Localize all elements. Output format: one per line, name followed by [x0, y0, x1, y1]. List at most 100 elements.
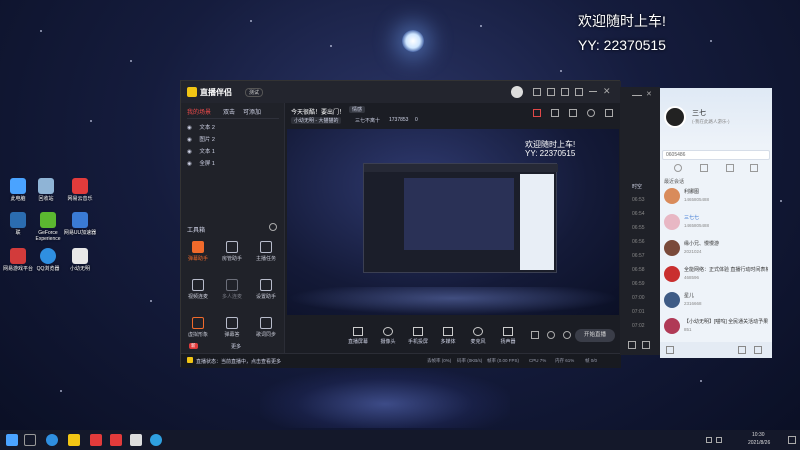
desktop-icon-qq-browser[interactable]: QQ浏览器	[30, 248, 66, 272]
close-icon[interactable]: ✕	[646, 90, 652, 98]
source-item[interactable]: ◉ 文本 2	[187, 123, 279, 131]
source-item[interactable]: ◉ 图片 2	[187, 135, 279, 143]
settings-icon[interactable]	[547, 88, 555, 96]
title-bar: 直播伴侣 测试 ✕	[181, 81, 621, 103]
groups-tab-icon[interactable]	[726, 164, 734, 172]
preview-area: 今天很酷！要出门！ 情感 小幼无明 - 大猫猫的 三七不离十 1737853 0…	[285, 103, 621, 353]
app-grid-icon[interactable]	[754, 346, 762, 354]
booster-icon	[72, 212, 88, 228]
network-icon[interactable]	[706, 437, 712, 443]
space-tab-icon[interactable]	[750, 164, 758, 172]
layout-icon[interactable]	[551, 109, 559, 117]
more-tools-link[interactable]: 更多	[231, 343, 241, 350]
tab-double[interactable]: 双击	[223, 107, 235, 116]
source-item[interactable]: ◉ 文本 1	[187, 147, 279, 155]
search-icon[interactable]	[24, 434, 36, 446]
menu-icon[interactable]	[575, 88, 583, 96]
fullscreen-icon[interactable]	[587, 109, 595, 117]
contact-item[interactable]: 缘小兄、慢慢游 2021024	[660, 236, 772, 262]
eye-icon[interactable]: ◉	[187, 137, 192, 143]
avatar[interactable]	[511, 86, 523, 98]
source-item[interactable]: ◉ 全屏 1	[187, 159, 279, 167]
status-frames: 帧 0/0	[585, 358, 598, 363]
preview-canvas[interactable]: 欢迎随时上车! YY: 22370515	[287, 129, 619, 315]
video-app-icon[interactable]	[90, 434, 102, 446]
avatar	[664, 214, 680, 230]
skin-icon[interactable]	[561, 88, 569, 96]
message-icon[interactable]	[533, 88, 541, 96]
notification-icon[interactable]	[788, 436, 796, 444]
tool-lyrics-sync[interactable]: 歌词同步	[251, 317, 281, 338]
tool-danmaku[interactable]: 弹幕助手	[183, 241, 213, 262]
action-speaker[interactable]: 扬声器	[493, 327, 523, 345]
file-icon[interactable]	[130, 434, 142, 446]
video-record-icon[interactable]	[531, 331, 539, 339]
chat-tab-icon[interactable]	[674, 164, 682, 172]
status-notice[interactable]: 直播状态：当前直播中，点击查看更多	[196, 358, 281, 365]
contact-item[interactable]: 利娜图 1465805488	[660, 184, 772, 210]
eye-icon[interactable]: ◉	[187, 125, 192, 131]
action-microphone[interactable]: 麦克风	[463, 327, 493, 345]
minimize-icon[interactable]	[589, 91, 597, 92]
streaming-app-icon[interactable]	[68, 434, 80, 446]
category-tag[interactable]: 情感	[349, 106, 366, 113]
share-icon[interactable]	[605, 109, 613, 117]
tool-room-admin[interactable]: 房管助手	[217, 241, 247, 262]
add-icon[interactable]	[738, 346, 746, 354]
avatar	[664, 292, 680, 308]
desktop-icon-uu-booster[interactable]: 网易UU加速器	[62, 212, 98, 236]
clock-date[interactable]: 2021/8/26	[748, 440, 770, 446]
contact-item[interactable]: 三七七 1465805488	[660, 210, 772, 236]
tool-host-tasks[interactable]: 主播任务	[251, 241, 281, 262]
profile-avatar[interactable]	[664, 106, 686, 128]
tool-settings-helper[interactable]: 设置助手	[251, 279, 281, 300]
start-live-button[interactable]: 开始直播	[575, 329, 615, 342]
eye-icon[interactable]: ◉	[187, 161, 192, 167]
browser-icon[interactable]	[46, 434, 58, 446]
action-phone-cast[interactable]: 手机投屏	[403, 327, 433, 345]
room-title[interactable]: 今天很酷！要出门！	[291, 107, 345, 116]
tab-addable[interactable]: 可添加	[243, 107, 261, 116]
gift-icon[interactable]	[533, 109, 541, 117]
wallpaper-figure	[260, 368, 510, 428]
start-icon[interactable]	[6, 434, 18, 446]
taskbar: 10:30 2021/8/26	[0, 430, 800, 450]
profile-signature[interactable]: (-我在此路人游乐-)	[692, 119, 730, 125]
user-icon[interactable]	[628, 341, 636, 349]
contact-item[interactable]: 【小幼无明】[喵呜] 全民通关活动予果! 851	[660, 314, 772, 340]
action-camera[interactable]: 摄像头	[373, 327, 403, 345]
desktop-icon-xiaoyou[interactable]: 小幼无明	[62, 248, 98, 272]
menu-icon[interactable]	[666, 346, 674, 354]
overlay-welcome: 欢迎随时上车!	[578, 13, 666, 29]
tool-video-link[interactable]: 视频连麦	[183, 279, 213, 300]
desktop-icon-netease-music[interactable]: 网易云音乐	[62, 178, 98, 202]
music-icon[interactable]	[110, 434, 122, 446]
game-icon	[10, 248, 26, 264]
record-icon[interactable]	[569, 109, 577, 117]
time-panel: ✕ 时空 06:53 06:54 06:55 06:56 06:57 06:58…	[620, 87, 660, 355]
clock-time[interactable]: 10:30	[752, 432, 765, 438]
search-input[interactable]: 0605486	[662, 150, 770, 160]
eye-icon[interactable]: ◉	[187, 149, 192, 155]
more-icon[interactable]	[269, 223, 277, 231]
volume-icon[interactable]	[716, 437, 722, 443]
chat-icon	[226, 317, 238, 329]
minimize-icon[interactable]	[632, 95, 642, 96]
contact-item[interactable]: 星儿 2316668	[660, 288, 772, 314]
gear-icon[interactable]	[563, 331, 571, 339]
tool-virtual-avatar[interactable]: 虚拟形象	[183, 317, 213, 338]
qq-icon[interactable]	[150, 434, 162, 446]
view-icon[interactable]	[547, 331, 555, 339]
action-multimedia[interactable]: 多媒体	[433, 327, 463, 345]
tool-danmaku-answer[interactable]: 弹幕答	[217, 317, 247, 338]
close-icon[interactable]: ✕	[603, 86, 611, 97]
contacts-tab-icon[interactable]	[700, 164, 708, 172]
preview-overlay-yy: YY: 22370515	[525, 149, 576, 158]
desktop-icon-recycle-bin[interactable]: 回收站	[28, 178, 64, 202]
settings-icon[interactable]	[642, 341, 650, 349]
action-screen[interactable]: 直播屏幕	[343, 327, 373, 345]
contact-item[interactable]: 全能网络：正式体验 直播行动时间表格中 468596	[660, 262, 772, 288]
tab-my-scenes[interactable]: 我的场景	[187, 107, 211, 116]
tool-multi-link[interactable]: 多人连麦	[217, 279, 247, 300]
desktop-icon-geforce[interactable]: GeForce Experience	[30, 212, 66, 242]
